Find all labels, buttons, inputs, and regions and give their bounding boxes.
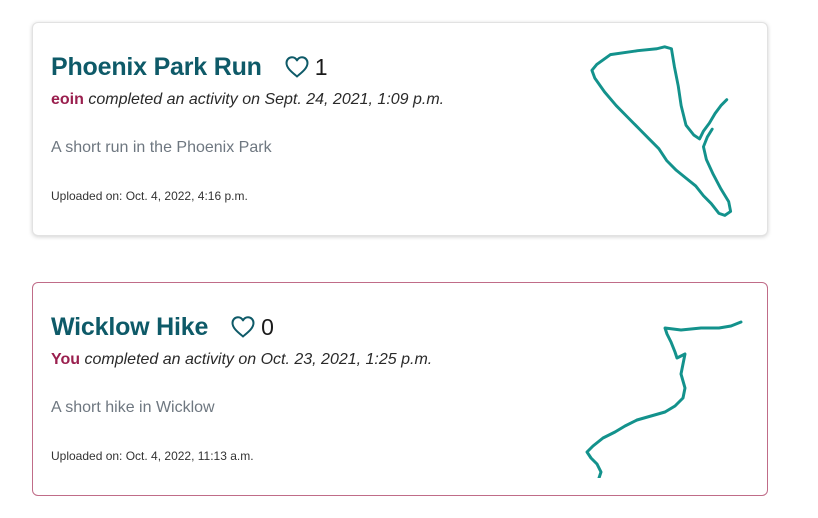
completed-text: completed an activity on Oct. 23, 2021, …	[84, 351, 433, 368]
activity-card: Phoenix Park Run 1 eoin completed an act…	[32, 22, 768, 236]
upload-timestamp: Uploaded on: Oct. 4, 2022, 4:16 p.m.	[51, 189, 248, 203]
username-link[interactable]: You	[51, 351, 80, 368]
activity-meta: You completed an activity on Oct. 23, 20…	[51, 351, 432, 369]
activity-title[interactable]: Phoenix Park Run	[51, 53, 262, 82]
activity-meta: eoin completed an activity on Sept. 24, …	[51, 91, 444, 109]
route-map[interactable]	[581, 43, 751, 218]
completed-text: completed an activity on Sept. 24, 2021,…	[88, 91, 445, 108]
heart-outline-icon[interactable]	[284, 55, 310, 79]
like-button[interactable]: 1	[284, 54, 328, 81]
like-button[interactable]: 0	[230, 314, 274, 341]
activity-title[interactable]: Wicklow Hike	[51, 313, 208, 342]
like-count: 0	[261, 313, 274, 340]
upload-timestamp: Uploaded on: Oct. 4, 2022, 11:13 a.m.	[51, 449, 254, 463]
activity-description: A short run in the Phoenix Park	[51, 139, 272, 156]
activity-description: A short hike in Wicklow	[51, 399, 215, 416]
heart-outline-icon[interactable]	[230, 315, 256, 339]
activity-header: Wicklow Hike 0	[51, 311, 274, 343]
activity-card-highlighted: Wicklow Hike 0 You completed an activity…	[32, 282, 768, 496]
like-count: 1	[314, 53, 328, 80]
activity-header: Phoenix Park Run 1	[51, 51, 328, 83]
route-map[interactable]	[581, 303, 751, 478]
username-link[interactable]: eoin	[51, 91, 84, 108]
